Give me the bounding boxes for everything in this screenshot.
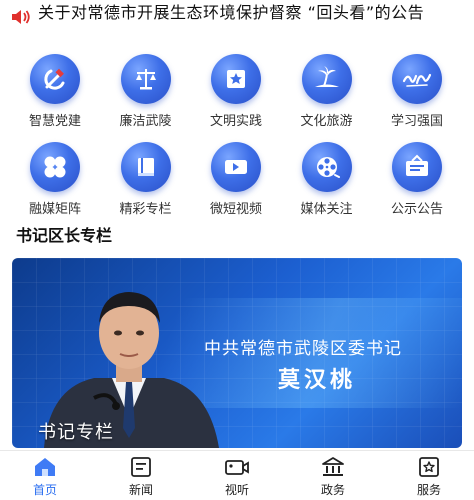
grid-item-wenhua-lvyou[interactable]: 文化旅游	[282, 54, 372, 142]
tab-government[interactable]: 政务	[302, 455, 364, 500]
banner-title-name: 莫汉桃	[278, 368, 357, 393]
grid-item-label: 文化旅游	[300, 114, 353, 129]
grid-row-2: 融媒矩阵 精彩专栏 微短视频 媒体关注 公示公告	[0, 142, 474, 230]
section-title: 书记区长专栏	[16, 226, 113, 245]
grid-item-lianjie-wuling[interactable]: 廉洁武陵	[101, 54, 191, 142]
government-building-icon	[320, 455, 346, 479]
grid-item-gongshi-gonggao[interactable]: 公示公告	[372, 142, 462, 230]
notice-bar[interactable]: 关于对常德市开展生态环境保护督察 “回头看”的公告	[0, 0, 474, 48]
grid-item-label: 智慧党建	[28, 114, 81, 129]
banner-title-position: 中共常德市武陵区委书记	[204, 339, 402, 359]
palm-island-icon	[301, 54, 352, 104]
bottom-tab-bar: 首页 新闻 视听 政务 服务	[0, 450, 474, 500]
tab-service[interactable]: 服务	[398, 455, 460, 500]
grid-item-meiti-guanzhu[interactable]: 媒体关注	[282, 142, 372, 230]
leader-column-banner[interactable]: 中共常德市武陵区委书记 莫汉桃 书记专栏	[12, 258, 462, 448]
grid-item-label: 微短视频	[209, 202, 262, 217]
film-reel-icon	[301, 142, 352, 192]
service-star-icon	[416, 455, 442, 479]
home-icon	[32, 455, 58, 479]
grid-item-xuexi-qiangguo[interactable]: 学习强国	[372, 54, 462, 142]
notice-board-icon	[392, 142, 442, 192]
function-grid: 智慧党建 廉洁武陵 文明实践 文化旅游 学习强国 融媒矩阵 精彩专栏 微短视频 …	[0, 54, 474, 230]
grid-row-1: 智慧党建 廉洁武陵 文明实践 文化旅游 学习强国	[0, 54, 474, 142]
grid-item-label: 廉洁武陵	[119, 114, 172, 129]
grid-item-label: 媒体关注	[300, 202, 353, 217]
grid-item-weiduan-shipin[interactable]: 微短视频	[191, 142, 281, 230]
grid-item-label: 学习强国	[390, 114, 443, 129]
tab-label: 首页	[32, 483, 57, 497]
grid-item-label: 精彩专栏	[119, 202, 172, 217]
news-icon	[128, 455, 154, 479]
tab-label: 服务	[416, 483, 441, 497]
party-emblem-icon	[30, 54, 80, 104]
grid-item-label: 融媒矩阵	[28, 202, 81, 217]
study-calligraphy-icon	[392, 54, 442, 104]
book-icon	[120, 142, 171, 192]
scales-icon	[120, 54, 171, 104]
grid-item-rongmei-juzhen[interactable]: 融媒矩阵	[10, 142, 100, 230]
grid-item-wenming-shijian[interactable]: 文明实践	[191, 54, 281, 142]
grid-item-jingcai-zhuanlan[interactable]: 精彩专栏	[101, 142, 191, 230]
grid-item-label: 文明实践	[209, 114, 262, 129]
notice-text[interactable]: 关于对常德市开展生态环境保护督察 “回头看”的公告	[38, 2, 424, 48]
grid-petals-icon	[30, 142, 80, 192]
tab-news[interactable]: 新闻	[110, 455, 172, 500]
video-camera-icon	[211, 142, 261, 192]
video-icon	[224, 455, 250, 479]
tab-label: 视听	[224, 483, 249, 497]
star-flag-icon	[211, 54, 261, 104]
grid-item-label: 公示公告	[390, 202, 443, 217]
tab-home[interactable]: 首页	[14, 455, 76, 500]
tab-label: 新闻	[128, 483, 153, 497]
banner-caption: 书记专栏	[38, 422, 114, 443]
tab-video[interactable]: 视听	[206, 455, 268, 500]
grid-item-zhihui-dangjian[interactable]: 智慧党建	[10, 54, 100, 142]
tab-label: 政务	[320, 483, 345, 497]
speaker-icon	[10, 2, 38, 48]
